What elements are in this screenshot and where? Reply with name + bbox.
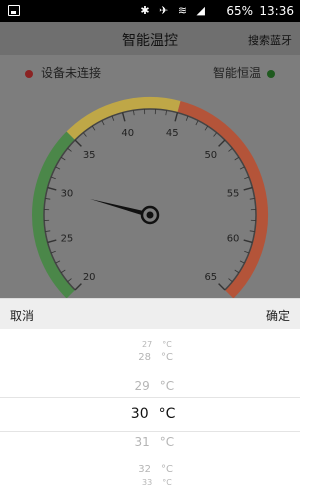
gauge-tick-label: 55 (227, 189, 240, 200)
gauge-major-tick (121, 112, 126, 122)
gauge-minor-tick (165, 110, 167, 116)
image-icon (8, 5, 20, 16)
gauge-minor-tick (91, 125, 96, 131)
picker-option-unit: °C (159, 379, 175, 393)
gauge-minor-tick (133, 110, 135, 116)
gauge-hub-inner (146, 211, 154, 219)
temperature-picker[interactable]: 27 °C 28 °C 29 °C 30 °C 31 °C 32 °C 33 °C (0, 329, 300, 500)
picker-option[interactable]: 28 °C (0, 350, 300, 366)
picker-option[interactable]: 30 °C (0, 404, 300, 424)
gauge-minor-tick (244, 176, 250, 180)
gauge-minor-tick (228, 147, 233, 152)
gauge-minor-tick (213, 132, 218, 137)
gauge-minor-tick (185, 115, 189, 121)
gauge-major-tick (218, 283, 226, 291)
picker-option-value: 33 (142, 477, 153, 487)
gauge-minor-tick (45, 230, 51, 232)
gauge-minor-tick (239, 260, 245, 264)
gauge-minor-tick (244, 250, 250, 254)
selection-line-top (0, 397, 300, 398)
gauge-major-tick (74, 283, 82, 291)
mode-dot-icon (267, 69, 275, 78)
gauge-minor-tick (111, 115, 115, 121)
gauge-minor-tick (228, 278, 233, 283)
gauge-minor-tick (60, 156, 66, 161)
disconnected-dot-icon (25, 69, 33, 78)
smart-thermostat-status: 智能恒温 (213, 64, 275, 81)
search-bluetooth-button[interactable]: 搜索蓝牙 (248, 32, 292, 48)
gauge-tick-label: 40 (121, 128, 134, 139)
gauge-segment-0 (32, 131, 76, 299)
gauge-minor-tick (249, 198, 255, 200)
clock: 13:36 (259, 4, 294, 18)
gauge-tick-label: 65 (204, 272, 217, 283)
gauge-major-tick (47, 239, 57, 244)
picker-option-value: 29 (134, 379, 150, 393)
gauge-tick-label: 20 (83, 272, 96, 283)
gauge-tick-label: 30 (61, 189, 74, 200)
gauge-major-tick (218, 139, 226, 147)
gauge-tick-label: 45 (166, 128, 179, 139)
gauge-minor-tick (60, 269, 66, 274)
gauge-minor-tick (239, 166, 245, 170)
selection-line-bottom (0, 431, 300, 432)
gauge-tick-label: 60 (227, 233, 240, 244)
nav-bar: 智能温控 搜索蓝牙 (0, 22, 300, 55)
picker-option-value: 30 (130, 406, 149, 422)
picker-option-value: 28 (138, 352, 151, 363)
picker-toolbar: 取消 确定 (0, 298, 300, 329)
gauge-minor-tick (67, 278, 72, 283)
gauge-minor-tick (249, 230, 255, 232)
gauge-major-tick (74, 139, 82, 147)
gauge-tick-label: 50 (204, 150, 217, 161)
gauge-tick-label: 35 (83, 150, 96, 161)
device-connection-status: 设备未连接 (25, 64, 101, 81)
gauge-minor-tick (55, 260, 61, 264)
gauge-minor-tick (101, 120, 105, 126)
gauge-major-tick (243, 186, 253, 191)
temperature-gauge: 20 25 30 35 40 45 50 55 60 65 (32, 97, 268, 299)
picker-option-unit: °C (159, 435, 175, 449)
picker-option[interactable]: 29 °C (0, 377, 300, 395)
gauge-minor-tick (234, 156, 240, 161)
gauge-minor-tick (195, 120, 199, 126)
gauge-minor-tick (234, 269, 240, 274)
cancel-button[interactable]: 取消 (10, 307, 34, 324)
gauge-minor-tick (82, 132, 87, 137)
gauge-major-tick (243, 239, 253, 244)
gauge-minor-tick (204, 125, 209, 131)
confirm-button[interactable]: 确定 (266, 307, 290, 324)
picker-option-unit: °C (162, 340, 172, 350)
mode-label: 智能恒温 (212, 66, 261, 80)
gauge-minor-tick (50, 176, 56, 180)
connection-status-row: 设备未连接 智能恒温 (0, 60, 300, 84)
gauge-tick-label: 25 (61, 233, 74, 244)
status-bar: ✱ ✈ ≋ ◢ 65% 13:36 (0, 0, 300, 22)
picker-option-unit: °C (162, 477, 172, 487)
device-status-label: 设备未连接 (41, 66, 102, 80)
picker-option-value: 31 (134, 435, 150, 449)
picker-option-unit: °C (158, 406, 176, 422)
picker-option-unit: °C (161, 464, 173, 475)
gauge-minor-tick (67, 147, 72, 152)
status-icons: ✱ ✈ ≋ ◢ (140, 4, 208, 17)
gauge-major-tick (174, 112, 179, 122)
gauge-major-tick (47, 186, 57, 191)
picker-option-unit: °C (161, 352, 173, 363)
gauge-minor-tick (50, 250, 56, 254)
gauge-minor-tick (55, 166, 61, 170)
picker-option[interactable]: 33 °C (0, 476, 300, 490)
battery-level: 65% (226, 4, 253, 18)
picker-option[interactable]: 31 °C (0, 433, 300, 451)
gauge-minor-tick (45, 198, 51, 200)
